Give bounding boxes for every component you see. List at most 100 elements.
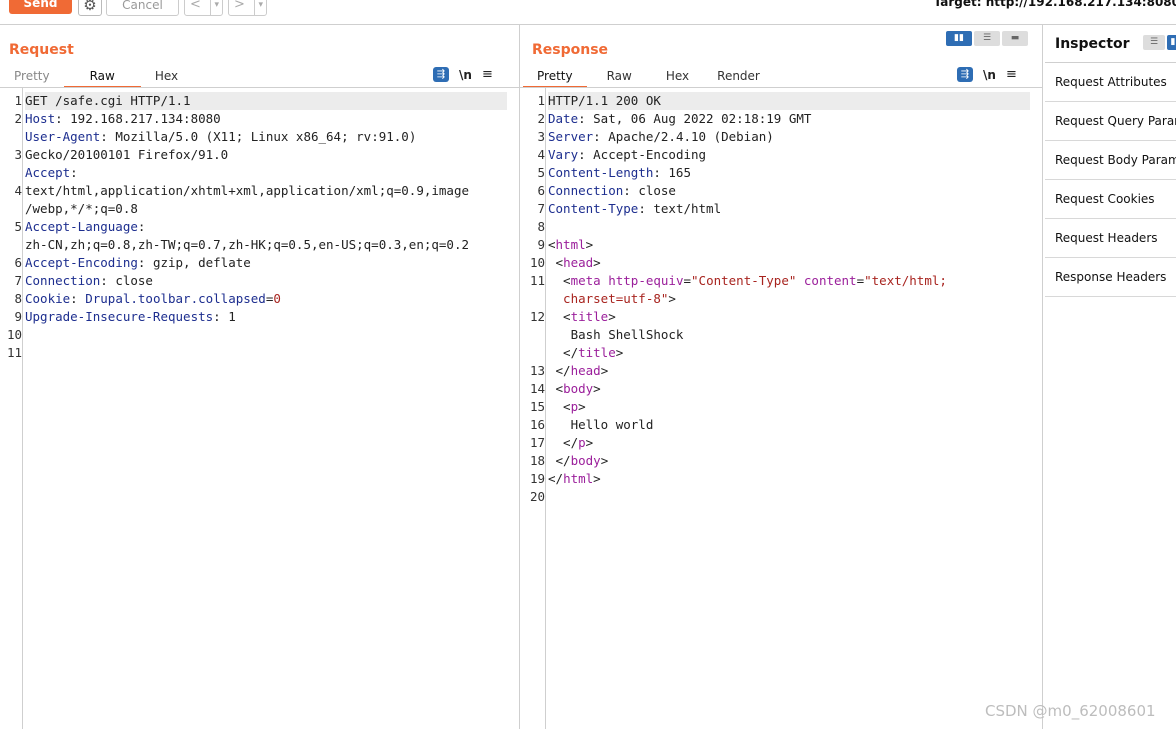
- code-line[interactable]: Server: Apache/2.4.10 (Debian): [548, 128, 774, 146]
- send-button[interactable]: Send: [9, 0, 72, 14]
- response-tabs-divider: [520, 87, 1042, 88]
- line-number: [523, 326, 545, 344]
- inspector-item-request-headers[interactable]: Request Headers: [1045, 219, 1176, 258]
- code-line[interactable]: <body>: [548, 380, 601, 398]
- target-label[interactable]: Target: http://192.168.217.134:8080: [934, 0, 1176, 9]
- line-number: 14: [529, 381, 545, 396]
- back-button[interactable]: < ▾: [184, 0, 223, 16]
- line-number: 11: [6, 345, 22, 360]
- chevron-down-icon[interactable]: ▾: [210, 0, 219, 15]
- gear-icon[interactable]: ⚙: [78, 0, 102, 16]
- line-number: [0, 164, 22, 182]
- response-editor-options: ⇶ \n ≡: [957, 67, 1017, 82]
- inspector-layout-toggle: ☰ ▮: [1143, 35, 1176, 50]
- layout-tabs-icon[interactable]: ▬: [1002, 31, 1028, 46]
- newline-toggle-icon[interactable]: \n: [983, 68, 996, 82]
- line-number: 1: [537, 93, 545, 108]
- line-number: 12: [529, 309, 545, 324]
- code-line[interactable]: Vary: Accept-Encoding: [548, 146, 706, 164]
- code-line[interactable]: Host: 192.168.217.134:8080: [25, 110, 221, 128]
- menu-icon[interactable]: ≡: [482, 67, 493, 82]
- inspector-item-response-headers[interactable]: Response Headers: [1045, 258, 1176, 297]
- code-line[interactable]: <html>: [548, 236, 593, 254]
- inspector-list: Request Attributes Request Query Paramet…: [1045, 63, 1176, 297]
- code-line[interactable]: </body>: [548, 452, 609, 470]
- tab-response-pretty[interactable]: Pretty: [523, 66, 587, 88]
- code-line[interactable]: Accept-Encoding: gzip, deflate: [25, 254, 251, 272]
- menu-icon[interactable]: ≡: [1006, 67, 1017, 82]
- tab-request-raw[interactable]: Raw: [63, 66, 141, 88]
- toolbar-divider: [0, 24, 1176, 25]
- code-line[interactable]: User-Agent: Mozilla/5.0 (X11; Linux x86_…: [25, 128, 416, 146]
- code-line[interactable]: </head>: [548, 362, 609, 380]
- code-line[interactable]: Upgrade-Insecure-Requests: 1: [25, 308, 236, 326]
- code-line[interactable]: Cookie: Drupal.toolbar.collapsed=0: [25, 290, 281, 308]
- line-number: [0, 236, 22, 254]
- layout-side-by-side-icon[interactable]: ▮▮: [946, 31, 972, 46]
- line-number: 11: [529, 273, 545, 288]
- response-editor[interactable]: 1 HTTP/1.1 200 OK 2 Date: Sat, 06 Aug 2022 …: [523, 92, 1038, 722]
- inspector-item-request-cookies[interactable]: Request Cookies: [1045, 180, 1176, 219]
- line-number: 17: [529, 435, 545, 450]
- code-line[interactable]: <head>: [548, 254, 601, 272]
- word-wrap-icon[interactable]: ⇶: [433, 67, 449, 82]
- chevron-down-icon[interactable]: ▾: [254, 0, 263, 15]
- tab-response-render[interactable]: Render: [703, 66, 774, 86]
- line-number: [0, 200, 22, 218]
- inspector-item-request-body-parameters[interactable]: Request Body Parameters: [1045, 141, 1176, 180]
- code-line[interactable]: Hello world: [548, 416, 654, 434]
- code-line[interactable]: Connection: close: [25, 272, 153, 290]
- code-line[interactable]: Content-Type: text/html: [548, 200, 721, 218]
- request-editor[interactable]: 1 GET /safe.cgi HTTP/1.1 2 Host: 192.168.21…: [0, 92, 515, 722]
- newline-toggle-icon[interactable]: \n: [459, 68, 472, 82]
- code-line[interactable]: charset=utf-8">: [548, 290, 676, 308]
- inspector-panel-icon[interactable]: ▮: [1167, 35, 1176, 50]
- layout-stacked-icon[interactable]: ☰: [974, 31, 1000, 46]
- code-line[interactable]: Accept:: [25, 164, 78, 182]
- code-line[interactable]: <title>: [548, 308, 616, 326]
- line-number: 19: [529, 471, 545, 486]
- word-wrap-icon[interactable]: ⇶: [957, 67, 973, 82]
- code-line[interactable]: Connection: close: [548, 182, 676, 200]
- layout-toggle: ▮▮ ☰ ▬: [946, 31, 1028, 46]
- code-line[interactable]: Date: Sat, 06 Aug 2022 02:18:19 GMT: [548, 110, 811, 128]
- code-line[interactable]: <meta http-equiv="Content-Type" content=…: [548, 272, 947, 290]
- inspector-splitter[interactable]: [1042, 25, 1043, 729]
- code-line[interactable]: text/html,application/xhtml+xml,applicat…: [25, 182, 469, 200]
- code-line[interactable]: Accept-Language:: [25, 218, 145, 236]
- code-line[interactable]: </title>: [548, 344, 623, 362]
- line-number: 7: [14, 273, 22, 288]
- code-line[interactable]: </p>: [548, 434, 593, 452]
- inspector-list-icon[interactable]: ☰: [1143, 35, 1165, 50]
- line-number: 16: [529, 417, 545, 432]
- line-number: 5: [537, 165, 545, 180]
- code-line[interactable]: zh-CN,zh;q=0.8,zh-TW;q=0.7,zh-HK;q=0.5,e…: [25, 236, 469, 254]
- line-number: 1: [14, 93, 22, 108]
- code-line[interactable]: Gecko/20100101 Firefox/91.0: [25, 146, 228, 164]
- line-number: 2: [14, 111, 22, 126]
- forward-button[interactable]: > ▾: [228, 0, 267, 16]
- tab-request-pretty[interactable]: Pretty: [0, 66, 64, 86]
- tab-request-hex[interactable]: Hex: [141, 66, 192, 86]
- code-line[interactable]: Bash ShellShock: [548, 326, 684, 344]
- inspector-item-request-query-parameters[interactable]: Request Query Parameters: [1045, 102, 1176, 141]
- line-number: [523, 290, 545, 308]
- code-line[interactable]: <p>: [548, 398, 586, 416]
- line-number: 3: [14, 147, 22, 162]
- code-line[interactable]: </html>: [548, 470, 601, 488]
- inspector-item-request-attributes[interactable]: Request Attributes: [1045, 63, 1176, 102]
- tab-response-hex[interactable]: Hex: [652, 66, 703, 86]
- line-number: 10: [6, 327, 22, 342]
- line-number: 10: [529, 255, 545, 270]
- line-number: 9: [14, 309, 22, 324]
- code-line[interactable]: HTTP/1.1 200 OK: [548, 92, 661, 110]
- tab-response-raw[interactable]: Raw: [587, 66, 652, 86]
- code-line[interactable]: GET /safe.cgi HTTP/1.1: [25, 92, 191, 110]
- line-number: 15: [529, 399, 545, 414]
- cancel-button[interactable]: Cancel: [106, 0, 179, 16]
- line-number: 9: [537, 237, 545, 252]
- pane-splitter[interactable]: [519, 25, 520, 729]
- code-line[interactable]: Content-Length: 165: [548, 164, 691, 182]
- line-number: [523, 344, 545, 362]
- code-line[interactable]: /webp,*/*;q=0.8: [25, 200, 138, 218]
